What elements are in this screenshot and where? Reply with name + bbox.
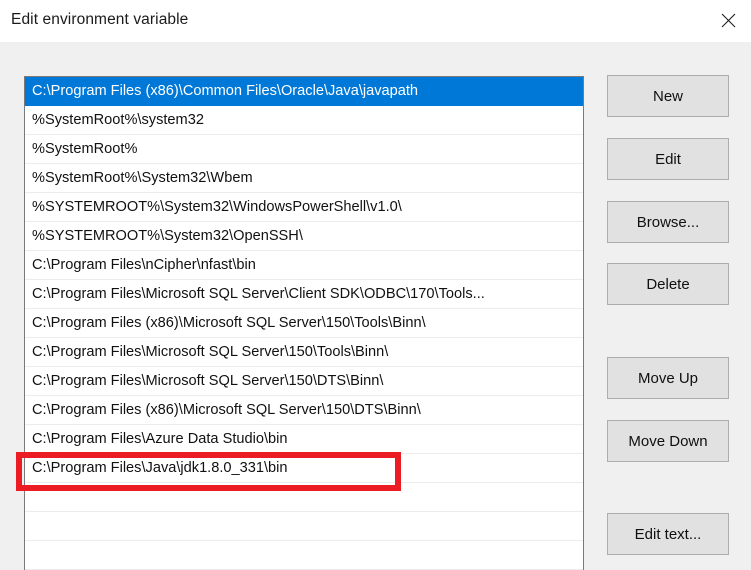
path-list-item[interactable]	[25, 512, 583, 541]
path-list-item[interactable]: C:\Program Files (x86)\Microsoft SQL Ser…	[25, 309, 583, 338]
move-up-button[interactable]: Move Up	[607, 357, 729, 399]
title-bar: Edit environment variable	[0, 0, 751, 42]
path-list-item[interactable]: %SYSTEMROOT%\System32\WindowsPowerShell\…	[25, 193, 583, 222]
delete-button-label: Delete	[646, 275, 690, 293]
edit-text-button-label: Edit text...	[634, 525, 702, 543]
path-list-item[interactable]: C:\Program Files\Azure Data Studio\bin	[25, 425, 583, 454]
new-button-label: New	[652, 87, 683, 105]
path-list-item[interactable]: %SystemRoot%	[25, 135, 583, 164]
path-list-item[interactable]: %SystemRoot%\system32	[25, 106, 583, 135]
path-list-item[interactable]	[25, 541, 583, 570]
path-list-item[interactable]: %SystemRoot%\System32\Wbem	[25, 164, 583, 193]
path-list-rows: C:\Program Files (x86)\Common Files\Orac…	[25, 77, 583, 570]
edit-environment-variable-dialog: Edit environment variable C:\Program Fil…	[0, 0, 751, 570]
path-list-item[interactable]: C:\Program Files\Java\jdk1.8.0_331\bin	[25, 454, 583, 483]
browse-button[interactable]: Browse...	[607, 201, 729, 243]
path-list-item[interactable]: %SYSTEMROOT%\System32\OpenSSH\	[25, 222, 583, 251]
page-title: Edit environment variable	[11, 11, 189, 28]
delete-button[interactable]: Delete	[607, 263, 729, 305]
path-list-item[interactable]: C:\Program Files\Microsoft SQL Server\15…	[25, 338, 583, 367]
move-down-button-label: Move Down	[628, 432, 708, 450]
path-list-item[interactable]: C:\Program Files (x86)\Microsoft SQL Ser…	[25, 396, 583, 425]
edit-text-button[interactable]: Edit text...	[607, 513, 729, 555]
path-list-item[interactable]: C:\Program Files\nCipher\nfast\bin	[25, 251, 583, 280]
path-list-item[interactable]: C:\Program Files\Microsoft SQL Server\Cl…	[25, 280, 583, 309]
edit-button-label: Edit	[655, 150, 681, 168]
new-button[interactable]: New	[607, 75, 729, 117]
edit-button[interactable]: Edit	[607, 138, 729, 180]
move-down-button[interactable]: Move Down	[607, 420, 729, 462]
move-up-button-label: Move Up	[637, 369, 699, 387]
browse-button-label: Browse...	[636, 213, 700, 231]
path-list-item[interactable]: C:\Program Files (x86)\Common Files\Orac…	[25, 77, 583, 106]
close-button[interactable]	[705, 0, 751, 41]
close-icon	[721, 13, 736, 28]
path-list-item[interactable]	[25, 483, 583, 512]
path-list[interactable]: C:\Program Files (x86)\Common Files\Orac…	[24, 76, 584, 570]
path-list-item[interactable]: C:\Program Files\Microsoft SQL Server\15…	[25, 367, 583, 396]
